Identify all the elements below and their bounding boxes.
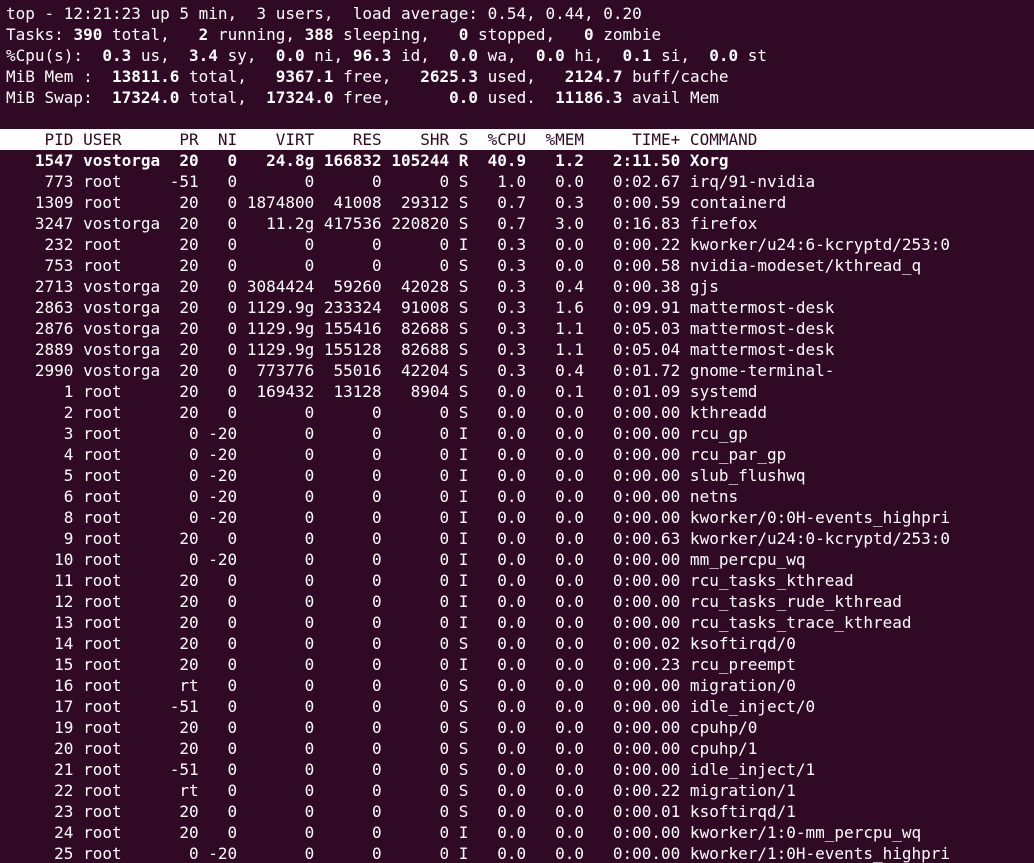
process-row: 6 root 0 -20 0 0 0 I 0.0 0.0 0:00.00 net…	[6, 487, 739, 506]
process-row: 11 root 20 0 0 0 0 I 0.0 0.0 0:00.00 rcu…	[6, 571, 854, 590]
process-row: 14 root 20 0 0 0 0 S 0.0 0.0 0:00.02 kso…	[6, 634, 796, 653]
process-row: 9 root 20 0 0 0 0 I 0.0 0.0 0:00.63 kwor…	[6, 529, 951, 548]
process-row: 1309 root 20 0 1874800 41008 29312 S 0.7…	[6, 193, 787, 212]
process-row: 2876 vostorga 20 0 1129.9g 155416 82688 …	[6, 319, 835, 338]
process-row: 3247 vostorga 20 0 11.2g 417536 220820 S…	[6, 214, 758, 233]
process-row: 21 root -51 0 0 0 0 S 0.0 0.0 0:00.00 id…	[6, 760, 816, 779]
process-row: 24 root 20 0 0 0 0 I 0.0 0.0 0:00.00 kwo…	[6, 823, 922, 842]
column-header-row: PID USER PR NI VIRT RES SHR S %CPU %MEM …	[0, 129, 1034, 150]
tasks-running: 2	[198, 25, 209, 44]
cpu-line: %Cpu(s): 0.3 us, 3.4 sy, 0.0 ni, 96.3 id…	[6, 46, 768, 65]
tasks-total: 390	[73, 25, 103, 44]
process-row: 1547 vostorga 20 0 24.8g 166832 105244 R…	[6, 151, 729, 170]
process-row: 13 root 20 0 0 0 0 I 0.0 0.0 0:00.00 rcu…	[6, 613, 912, 632]
process-row: 22 root rt 0 0 0 0 S 0.0 0.0 0:00.22 mig…	[6, 781, 796, 800]
process-row: 16 root rt 0 0 0 0 S 0.0 0.0 0:00.00 mig…	[6, 676, 796, 695]
process-row: 232 root 20 0 0 0 0 I 0.3 0.0 0:00.22 kw…	[6, 235, 951, 254]
tasks-sleeping: 388	[304, 25, 334, 44]
process-row: 25 root 0 -20 0 0 0 I 0.0 0.0 0:00.00 kw…	[6, 844, 951, 863]
mem-line: MiB Mem : 13811.6 total, 9367.1 free, 26…	[6, 67, 729, 86]
tasks-stopped: 0	[458, 25, 469, 44]
process-row: 17 root -51 0 0 0 0 S 0.0 0.0 0:00.00 id…	[6, 697, 816, 716]
process-row: 2713 vostorga 20 0 3084424 59260 42028 S…	[6, 277, 719, 296]
process-row: 23 root 20 0 0 0 0 S 0.0 0.0 0:00.01 kso…	[6, 802, 796, 821]
process-table: 1547 vostorga 20 0 24.8g 166832 105244 R…	[6, 150, 1034, 863]
process-row: 773 root -51 0 0 0 0 S 1.0 0.0 0:02.67 i…	[6, 172, 816, 191]
uptime-line: top - 12:21:23 up 5 min, 3 users, load a…	[6, 4, 642, 23]
process-row: 19 root 20 0 0 0 0 S 0.0 0.0 0:00.00 cpu…	[6, 718, 758, 737]
tasks-zombie: 0	[584, 25, 594, 44]
process-row: 2 root 20 0 0 0 0 S 0.0 0.0 0:00.00 kthr…	[6, 403, 767, 422]
process-row: 2990 vostorga 20 0 773776 55016 42204 S …	[6, 361, 835, 380]
process-row: 20 root 20 0 0 0 0 S 0.0 0.0 0:00.00 cpu…	[6, 739, 758, 758]
process-row: 3 root 0 -20 0 0 0 I 0.0 0.0 0:00.00 rcu…	[6, 424, 748, 443]
process-row: 15 root 20 0 0 0 0 I 0.0 0.0 0:00.23 rcu…	[6, 655, 796, 674]
process-row: 2863 vostorga 20 0 1129.9g 233324 91008 …	[6, 298, 835, 317]
process-row: 4 root 0 -20 0 0 0 I 0.0 0.0 0:00.00 rcu…	[6, 445, 787, 464]
process-row: 753 root 20 0 0 0 0 S 0.3 0.0 0:00.58 nv…	[6, 256, 922, 275]
process-row: 2889 vostorga 20 0 1129.9g 155128 82688 …	[6, 340, 835, 359]
tasks-line: Tasks: 390 total, 2 running, 388 sleepin…	[6, 25, 662, 44]
process-row: 10 root 0 -20 0 0 0 I 0.0 0.0 0:00.00 mm…	[6, 550, 806, 569]
swap-line: MiB Swap: 17324.0 total, 17324.0 free, 0…	[6, 88, 719, 107]
terminal-window[interactable]: top - 12:21:23 up 5 min, 3 users, load a…	[0, 0, 1034, 863]
process-row: 12 root 20 0 0 0 0 I 0.0 0.0 0:00.00 rcu…	[6, 592, 902, 611]
process-row: 1 root 20 0 169432 13128 8904 S 0.0 0.1 …	[6, 382, 758, 401]
process-row: 5 root 0 -20 0 0 0 I 0.0 0.0 0:00.00 slu…	[6, 466, 806, 485]
process-row: 8 root 0 -20 0 0 0 I 0.0 0.0 0:00.00 kwo…	[6, 508, 951, 527]
